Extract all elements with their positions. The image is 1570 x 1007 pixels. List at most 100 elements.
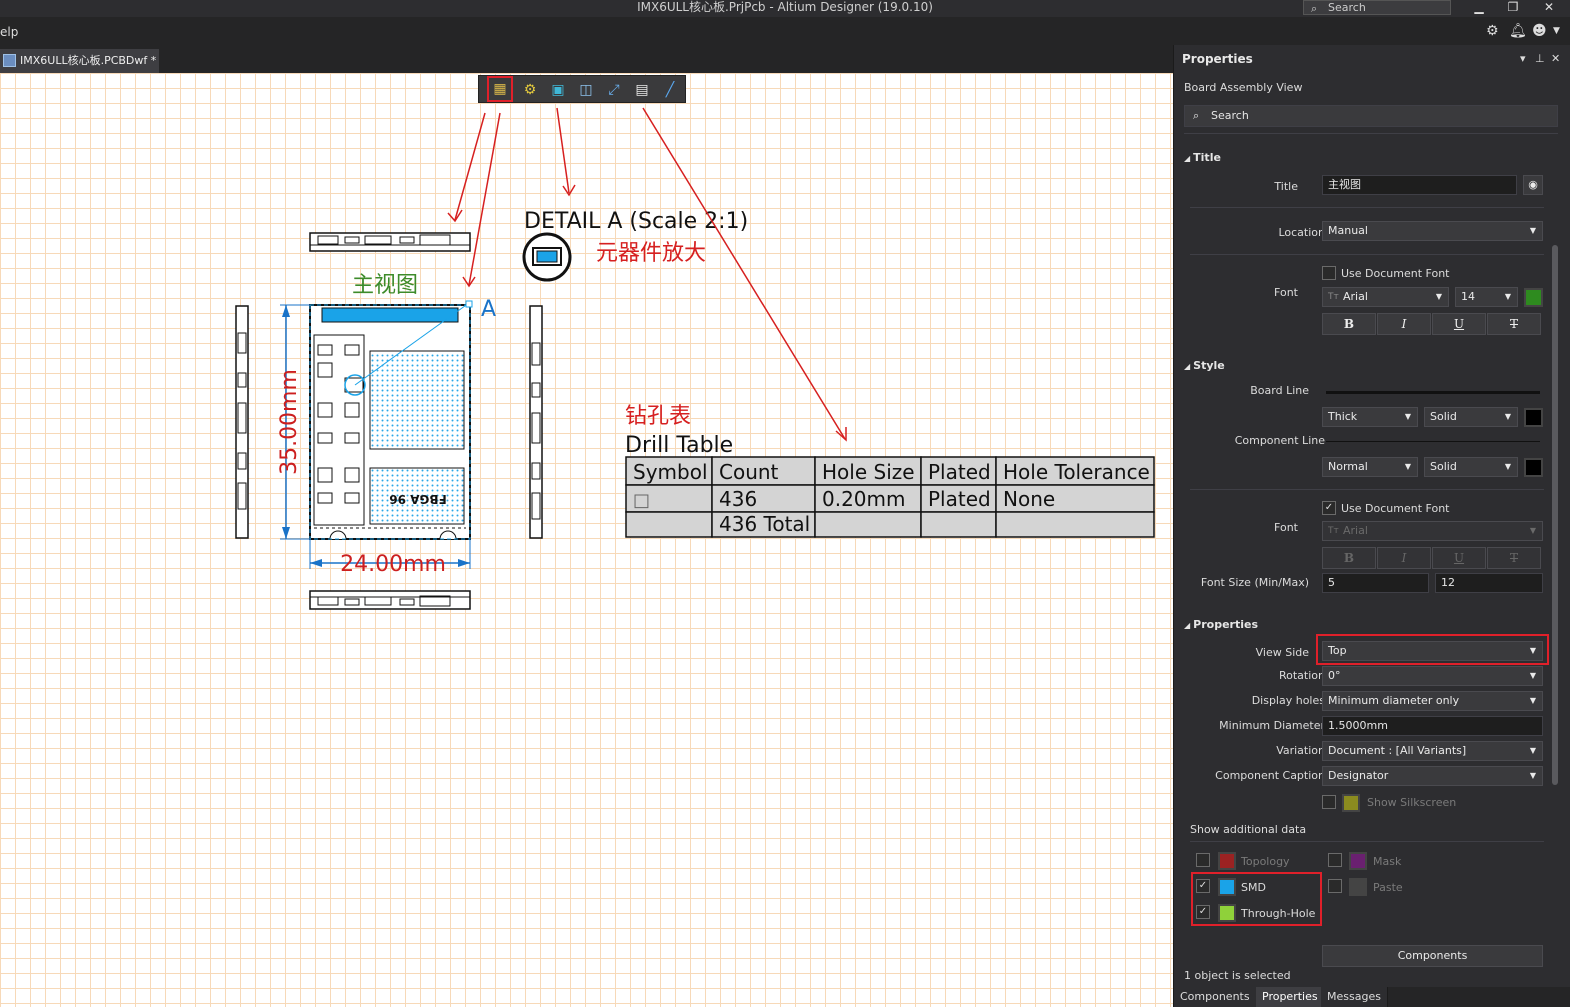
style-font-select[interactable]: Tт Arial ▼ <box>1322 521 1543 541</box>
chevron-down-icon: ▼ <box>1435 292 1442 301</box>
dimension-icon[interactable]: ⤢ <box>603 79 625 101</box>
section-properties-header[interactable]: ◢ Properties <box>1184 618 1258 631</box>
board-line-weight-select[interactable]: Thick ▼ <box>1322 407 1418 427</box>
detail-title: DETAIL A (Scale 2:1) <box>524 209 748 234</box>
title-use-doc-font-checkbox[interactable] <box>1322 266 1336 280</box>
restore-button[interactable]: ❐ <box>1498 0 1528 16</box>
paste-color-swatch[interactable] <box>1349 878 1367 896</box>
strikethrough-button[interactable]: T <box>1487 313 1541 335</box>
title-input[interactable]: 主视图 <box>1322 175 1517 195</box>
tab-messages[interactable]: Messages <box>1321 987 1388 1007</box>
chevron-down-icon[interactable]: ▼ <box>1553 26 1560 36</box>
annotation-enlarge: 元器件放大 <box>596 241 706 266</box>
dimension-height: 35.00mm <box>277 304 310 540</box>
underline-button[interactable]: U <box>1432 547 1486 569</box>
drill-table-header: Hole Tolerance <box>1003 460 1150 484</box>
board-assembly-view-icon[interactable]: ▦ <box>487 76 513 102</box>
component-line-color-swatch[interactable] <box>1524 458 1543 477</box>
panel-close-icon[interactable]: ✕ <box>1551 52 1560 65</box>
font-size-min-input[interactable]: 5 <box>1322 573 1429 593</box>
strikethrough-button[interactable]: T <box>1487 547 1541 569</box>
title-font-size-value: 14 <box>1461 290 1475 303</box>
pcb-document-icon <box>3 54 16 67</box>
section-style-header[interactable]: ◢ Style <box>1184 359 1225 372</box>
menu-help[interactable]: elp <box>0 25 18 39</box>
gear-icon[interactable]: ⚙ <box>1486 23 1499 39</box>
layer-stack-table-icon[interactable]: ◫ <box>575 79 597 101</box>
board-line-color-swatch[interactable] <box>1524 408 1543 427</box>
topology-checkbox[interactable] <box>1196 853 1210 867</box>
tab-properties[interactable]: Properties <box>1256 987 1325 1007</box>
panel-search-input[interactable]: ⌕ Search <box>1184 105 1558 127</box>
board-line-style-value: Solid <box>1430 410 1457 423</box>
show-silkscreen-checkbox[interactable] <box>1322 795 1336 809</box>
drill-title-cn: 钻孔表 <box>625 404 691 429</box>
user-icon[interactable]: ☻ <box>1532 23 1547 39</box>
eye-icon[interactable]: ◉ <box>1523 175 1543 195</box>
board-fabrication-view-icon[interactable]: ▣ <box>547 79 569 101</box>
drill-table-cell <box>995 511 1155 538</box>
italic-button[interactable]: I <box>1377 313 1431 335</box>
mask-checkbox[interactable] <box>1328 853 1342 867</box>
board-line-label: Board Line <box>1250 384 1309 397</box>
drawing-canvas[interactable]: FBGA 96 35.00mm 24.00mm 主视图 A DETAIL A (… <box>0 73 1173 1007</box>
global-search-label: Search <box>1328 1 1366 14</box>
table-icon[interactable]: ▤ <box>631 79 653 101</box>
title-bar: IMX6ULL核心板.PrjPcb - Altium Designer (19.… <box>0 0 1570 17</box>
tab-pcbdwf-label: IMX6ULL核心板.PCBDwf * <box>20 54 157 67</box>
collapse-triangle-icon: ◢ <box>1184 154 1191 163</box>
global-search[interactable]: ⌕ Search <box>1303 0 1451 15</box>
close-button[interactable]: ✕ <box>1534 0 1564 16</box>
title-font-color-swatch[interactable] <box>1524 288 1543 307</box>
board-realistic-view-icon[interactable]: ⚙ <box>519 79 541 101</box>
tab-pcbdwf[interactable]: IMX6ULL核心板.PCBDwf * <box>0 49 159 73</box>
chevron-down-icon: ▼ <box>1529 671 1536 680</box>
component-line-weight-value: Normal <box>1328 460 1368 473</box>
mask-color-swatch[interactable] <box>1349 852 1367 870</box>
silkscreen-color-swatch[interactable] <box>1342 794 1360 812</box>
title-font-select[interactable]: Tт Arial ▼ <box>1322 287 1449 307</box>
underline-button[interactable]: U <box>1432 313 1486 335</box>
topology-color-swatch[interactable] <box>1218 852 1236 870</box>
drill-table-header: Hole Size <box>822 460 915 484</box>
display-holes-label: Display holes <box>1251 694 1325 707</box>
topology-label: Topology <box>1241 855 1290 868</box>
variation-value: Document : [All Variants] <box>1328 744 1467 757</box>
tab-components[interactable]: Components <box>1174 987 1257 1007</box>
chevron-down-icon: ▼ <box>1404 462 1411 471</box>
title-font-size-select[interactable]: 14 ▼ <box>1455 287 1518 307</box>
style-use-doc-font-checkbox[interactable]: ✓ <box>1322 501 1336 515</box>
dim-height-label: 35.00mm <box>277 369 302 475</box>
side-view-right <box>529 305 543 539</box>
component-line-weight-select[interactable]: Normal ▼ <box>1322 457 1418 477</box>
bell-icon[interactable]: 🔔︎ <box>1509 23 1527 39</box>
style-use-doc-font-label: Use Document Font <box>1341 502 1450 515</box>
component-caption-select[interactable]: Designator ▼ <box>1322 766 1543 786</box>
font-size-max-input[interactable]: 12 <box>1435 573 1543 593</box>
section-title-header[interactable]: ◢ Title <box>1184 151 1221 164</box>
divider <box>1184 133 1558 134</box>
display-holes-select[interactable]: Minimum diameter only ▼ <box>1322 691 1543 711</box>
board-line-style-select[interactable]: Solid ▼ <box>1424 407 1518 427</box>
min-diameter-input[interactable]: 1.5000mm <box>1322 716 1543 736</box>
variation-select[interactable]: Document : [All Variants] ▼ <box>1322 741 1543 761</box>
bold-button[interactable]: B <box>1322 547 1376 569</box>
panel-menu-icon[interactable]: ▾ <box>1520 52 1526 65</box>
paste-checkbox[interactable] <box>1328 879 1342 893</box>
italic-button[interactable]: I <box>1377 547 1431 569</box>
line-icon[interactable]: ╱ <box>659 79 681 101</box>
component-line-style-select[interactable]: Solid ▼ <box>1424 457 1518 477</box>
divider <box>1190 254 1544 255</box>
minimize-button[interactable]: ▁ <box>1464 0 1494 16</box>
drill-table-header: Plated <box>928 460 991 484</box>
components-button[interactable]: Components <box>1322 945 1543 967</box>
bold-button[interactable]: B <box>1322 313 1376 335</box>
font-size-minmax-label: Font Size (Min/Max) <box>1200 576 1309 589</box>
view-side-select[interactable]: Top ▼ <box>1322 641 1543 661</box>
pin-icon[interactable]: ⊥ <box>1535 52 1545 65</box>
rotation-select[interactable]: 0° ▼ <box>1322 666 1543 686</box>
location-select[interactable]: Manual ▼ <box>1322 221 1543 241</box>
title-font-value: Arial <box>1343 290 1368 303</box>
dimension-width: 24.00mm <box>309 539 471 577</box>
panel-scrollbar[interactable] <box>1552 245 1558 785</box>
